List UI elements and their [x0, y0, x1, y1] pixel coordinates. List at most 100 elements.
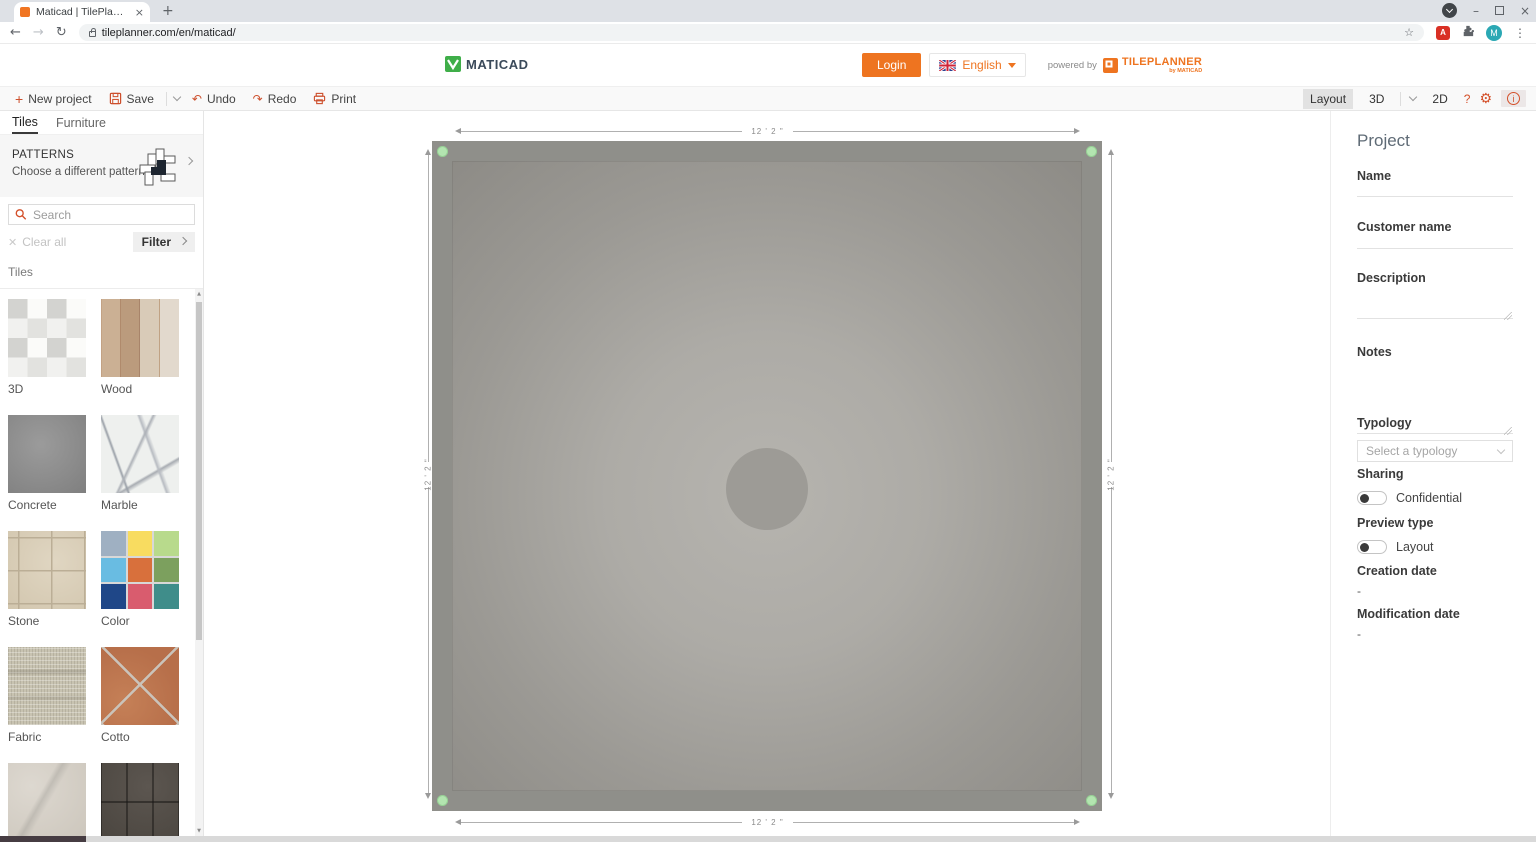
corner-handle-bottom-left[interactable]: [437, 795, 448, 806]
search-input[interactable]: [33, 208, 188, 222]
tile-item[interactable]: [8, 763, 86, 841]
tile-item-marble[interactable]: Marble: [101, 415, 179, 512]
description-field[interactable]: [1357, 283, 1513, 319]
tab-close-icon[interactable]: ×: [135, 6, 144, 19]
creation-date-label: Creation date: [1357, 564, 1437, 578]
tile-item-wood[interactable]: Wood: [101, 299, 179, 396]
redo-button[interactable]: ↷ Redo: [248, 90, 302, 108]
horizontal-scrollbar[interactable]: [0, 836, 1536, 842]
panel-title: Project: [1357, 131, 1410, 150]
floorplan-canvas[interactable]: 12 ' 2 " 12 ' 2 " 12 ' 2 " 12 ' 2 ": [204, 111, 1330, 842]
toggle-knob: [1360, 543, 1369, 552]
minimize-button[interactable]: –: [1473, 5, 1479, 17]
tile-label: Wood: [101, 382, 179, 396]
app-toolbar: + New project Save ↶ Undo ↷ Redo Print L…: [0, 86, 1536, 111]
login-button[interactable]: Login: [862, 53, 921, 77]
close-window-button[interactable]: ×: [1520, 5, 1530, 17]
maximize-button[interactable]: [1495, 6, 1504, 15]
address-bar[interactable]: tileplanner.com/en/maticad/ ☆: [79, 24, 1424, 41]
tile-item-3d[interactable]: 3D: [8, 299, 86, 396]
browser-toolbar: ← → ↻ tileplanner.com/en/maticad/ ☆ A M …: [0, 22, 1536, 44]
url-text[interactable]: tileplanner.com/en/maticad/: [102, 27, 236, 39]
forward-button[interactable]: →: [33, 25, 44, 40]
room-floor[interactable]: [452, 161, 1082, 791]
help-button[interactable]: ?: [1464, 92, 1471, 106]
view-2d-button[interactable]: 2D: [1425, 89, 1454, 109]
extensions-icon[interactable]: [1462, 24, 1474, 42]
project-panel: Project Name Customer name Description N…: [1330, 111, 1536, 842]
tile-thumbnail-cotto[interactable]: [101, 647, 179, 725]
site-header: MATICAD Login English powered by TILEPLA…: [0, 44, 1536, 86]
tile-label: 3D: [8, 382, 86, 396]
new-project-button[interactable]: + New project: [10, 90, 97, 108]
scroll-down-icon[interactable]: ▼: [195, 828, 203, 834]
tile-item[interactable]: [101, 763, 179, 841]
info-icon: i: [1507, 92, 1520, 105]
maticad-logo: MATICAD: [445, 56, 528, 72]
reload-button[interactable]: ↻: [56, 25, 67, 40]
filter-button[interactable]: Filter: [133, 232, 195, 252]
column-circle[interactable]: [726, 448, 808, 530]
customer-name-field[interactable]: [1357, 229, 1513, 249]
info-button[interactable]: i: [1501, 90, 1526, 107]
view-dropdown-chevron-icon[interactable]: [1409, 93, 1417, 101]
sharing-toggle[interactable]: [1357, 491, 1387, 505]
tile-item-fabric[interactable]: Fabric: [8, 647, 86, 744]
pdf-extension-icon[interactable]: A: [1436, 26, 1450, 40]
save-button[interactable]: Save: [104, 90, 159, 108]
browser-tab[interactable]: Maticad | TilePlanner ×: [14, 2, 150, 22]
maticad-logo-icon: [445, 56, 461, 72]
corner-handle-top-left[interactable]: [437, 146, 448, 157]
color-swatch: [128, 558, 153, 583]
bookmark-star-icon[interactable]: ☆: [1404, 26, 1414, 39]
tile-thumbnail-concrete[interactable]: [8, 415, 86, 493]
tile-search[interactable]: [8, 204, 195, 225]
tile-item-color[interactable]: Color: [101, 531, 179, 628]
undo-button[interactable]: ↶ Undo: [187, 90, 241, 108]
tile-thumbnail-color[interactable]: [101, 531, 179, 609]
tile-thumbnail-stone[interactable]: [8, 531, 86, 609]
corner-handle-top-right[interactable]: [1086, 146, 1097, 157]
tile-thumbnail-marble[interactable]: [101, 415, 179, 493]
clear-all-button[interactable]: ✕ Clear all: [8, 235, 66, 249]
save-dropdown-chevron-icon[interactable]: [173, 93, 181, 101]
resize-grip-icon[interactable]: [1504, 312, 1512, 320]
view-layout-button[interactable]: Layout: [1303, 89, 1353, 109]
tile-thumbnail[interactable]: [8, 763, 86, 841]
tab-furniture[interactable]: Furniture: [56, 112, 106, 133]
back-button[interactable]: ←: [10, 25, 21, 40]
tile-item-concrete[interactable]: Concrete: [8, 415, 86, 512]
dimension-label: 12 ' 2 ": [751, 818, 783, 827]
print-button[interactable]: Print: [308, 90, 361, 108]
tile-thumbnail[interactable]: [101, 763, 179, 841]
horizontal-scrollbar-thumb[interactable]: [0, 836, 86, 842]
tile-label: Fabric: [8, 730, 86, 744]
favicon-icon: [20, 7, 30, 17]
tab-tiles[interactable]: Tiles: [12, 111, 38, 134]
preview-type-toggle[interactable]: [1357, 540, 1387, 554]
patterns-card[interactable]: PATTERNS Choose a different pattern: [0, 135, 203, 197]
profile-avatar[interactable]: M: [1486, 25, 1502, 41]
typology-select[interactable]: Select a typology: [1357, 440, 1513, 462]
corner-handle-bottom-right[interactable]: [1086, 795, 1097, 806]
tile-thumbnail-wood[interactable]: [101, 299, 179, 377]
tab-title: Maticad | TilePlanner: [36, 6, 129, 18]
new-tab-button[interactable]: +: [162, 3, 174, 19]
sidebar-scrollbar[interactable]: ▲ ▼: [195, 289, 203, 842]
scrollbar-thumb[interactable]: [196, 302, 202, 640]
application-window: Maticad | TilePlanner × + – × ← → ↻ tile…: [0, 0, 1536, 842]
browser-update-icon[interactable]: [1442, 3, 1457, 18]
tile-thumbnail-fabric[interactable]: [8, 647, 86, 725]
scroll-up-icon[interactable]: ▲: [195, 291, 203, 297]
tile-item-stone[interactable]: Stone: [8, 531, 86, 628]
typology-label: Typology: [1357, 416, 1412, 430]
tile-item-cotto[interactable]: Cotto: [101, 647, 179, 744]
settings-gear-icon[interactable]: ⚙: [1479, 92, 1492, 106]
language-selector[interactable]: English: [929, 53, 1025, 77]
tile-thumbnail-3d[interactable]: [8, 299, 86, 377]
browser-menu-icon[interactable]: ⋮: [1514, 26, 1526, 40]
view-3d-button[interactable]: 3D: [1362, 89, 1391, 109]
name-field[interactable]: [1357, 177, 1513, 197]
dimension-top: 12 ' 2 ": [455, 126, 1080, 136]
room-walls[interactable]: [432, 141, 1102, 811]
